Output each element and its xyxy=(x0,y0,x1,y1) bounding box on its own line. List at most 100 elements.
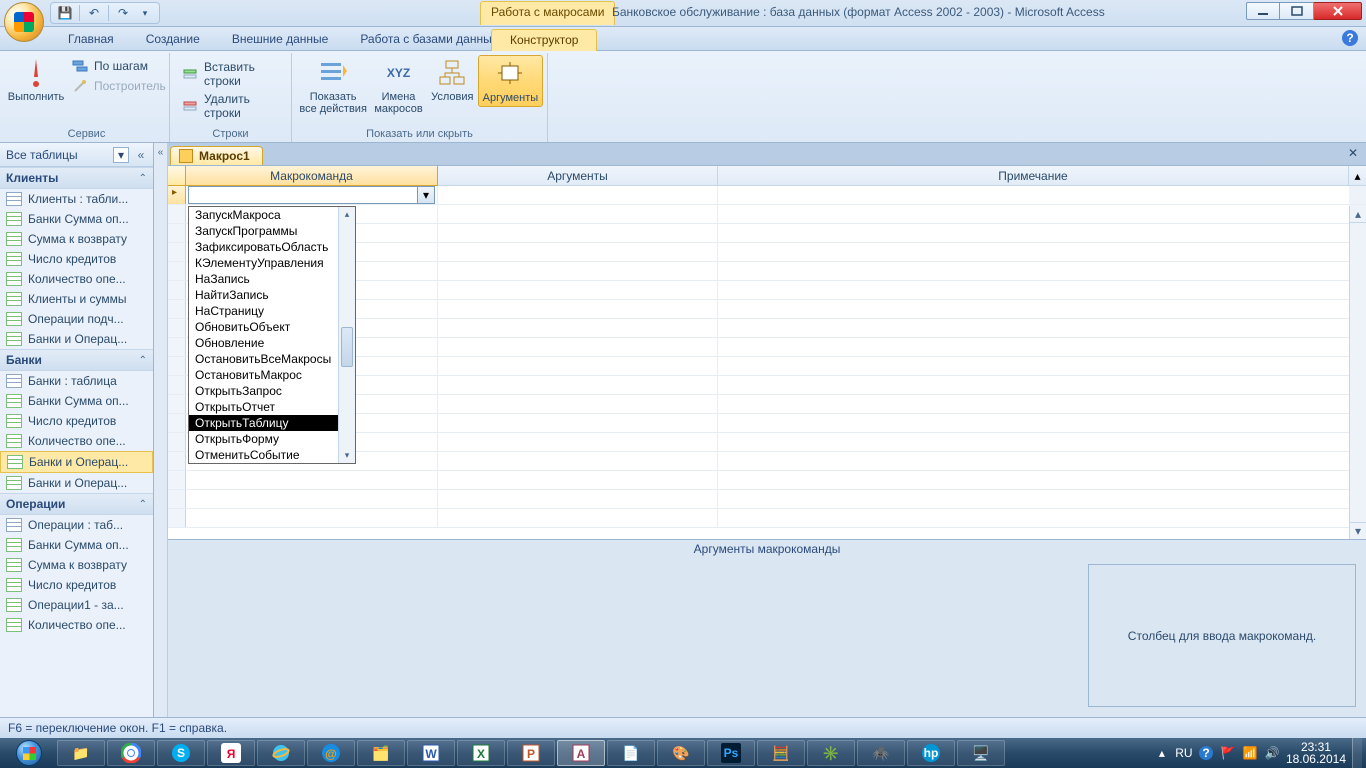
table-row[interactable] xyxy=(168,509,1366,528)
cell-arguments[interactable] xyxy=(438,471,718,489)
scroll-down-icon[interactable]: ▾ xyxy=(1350,522,1366,539)
nav-item[interactable]: Клиенты : табли... xyxy=(0,189,153,209)
table-row[interactable]: ▾ xyxy=(168,186,1366,205)
cell-note[interactable] xyxy=(718,300,1349,318)
taskbar-photoshop[interactable]: Ps xyxy=(707,740,755,766)
column-header-command[interactable]: Макрокоманда xyxy=(186,166,438,186)
cell-arguments[interactable] xyxy=(438,281,718,299)
scroll-up-icon[interactable]: ▴ xyxy=(1349,166,1366,186)
cell-arguments[interactable] xyxy=(438,186,718,204)
dropdown-option[interactable]: ОбновитьОбъект xyxy=(189,319,355,335)
cell-arguments[interactable] xyxy=(438,414,718,432)
dropdown-option[interactable]: ОткрытьФорму xyxy=(189,431,355,447)
tray-network-icon[interactable]: 📶 xyxy=(1242,745,1258,761)
macro-names-button[interactable]: XYZ Имена макросов xyxy=(370,55,427,117)
dropdown-option[interactable]: ЗафиксироватьОбласть xyxy=(189,239,355,255)
cell-note[interactable] xyxy=(718,509,1349,527)
tab-designer[interactable]: Конструктор xyxy=(491,29,597,51)
cell-note[interactable] xyxy=(718,490,1349,508)
table-row[interactable] xyxy=(168,490,1366,509)
cell-arguments[interactable] xyxy=(438,243,718,261)
taskbar-app2[interactable]: 🕷️ xyxy=(857,740,905,766)
nav-item[interactable]: Сумма к возврату xyxy=(0,229,153,249)
taskbar-yandex[interactable]: Я xyxy=(207,740,255,766)
cell-command[interactable]: ▾ xyxy=(186,186,438,204)
nav-item[interactable]: Число кредитов xyxy=(0,411,153,431)
cell-note[interactable] xyxy=(718,433,1349,451)
row-selector[interactable] xyxy=(168,452,186,470)
nav-item[interactable]: Количество опе... xyxy=(0,431,153,451)
nav-item[interactable]: Операции : таб... xyxy=(0,515,153,535)
tray-help-icon[interactable]: ? xyxy=(1198,745,1214,761)
nav-item[interactable]: Банки Сумма оп... xyxy=(0,209,153,229)
nav-group-header[interactable]: Операции⌃ xyxy=(0,493,153,515)
dropdown-option[interactable]: НаСтраницу xyxy=(189,303,355,319)
row-selector[interactable] xyxy=(168,205,186,223)
tray-language[interactable]: RU xyxy=(1176,745,1192,761)
nav-filter-dropdown[interactable]: ▾ xyxy=(113,147,129,163)
nav-item[interactable]: Банки Сумма оп... xyxy=(0,535,153,555)
cell-arguments[interactable] xyxy=(438,395,718,413)
cell-arguments[interactable] xyxy=(438,300,718,318)
cell-arguments[interactable] xyxy=(438,490,718,508)
dropdown-scrollbar[interactable]: ▴ ▾ xyxy=(338,207,355,463)
vertical-scrollbar[interactable]: ▴ ▾ xyxy=(1349,206,1366,539)
taskbar-explorer[interactable]: 📁 xyxy=(57,740,105,766)
command-combobox[interactable]: ▾ xyxy=(188,186,435,204)
start-button[interactable] xyxy=(2,738,56,768)
row-selector[interactable] xyxy=(168,281,186,299)
cell-note[interactable] xyxy=(718,471,1349,489)
row-selector[interactable] xyxy=(168,319,186,337)
dropdown-option[interactable]: Обновление xyxy=(189,335,355,351)
arguments-button[interactable]: Аргументы xyxy=(478,55,543,107)
row-selector[interactable] xyxy=(168,262,186,280)
nav-item[interactable]: Банки и Операц... xyxy=(0,329,153,349)
nav-group-header[interactable]: Банки⌃ xyxy=(0,349,153,371)
command-dropdown-list[interactable]: ЗапускМакросаЗапускПрограммыЗафиксироват… xyxy=(188,206,356,464)
cell-note[interactable] xyxy=(718,262,1349,280)
redo-icon[interactable]: ↷ xyxy=(115,5,131,21)
select-all-cell[interactable] xyxy=(168,166,186,186)
dropdown-option[interactable]: ЗапускМакроса xyxy=(189,207,355,223)
dropdown-option[interactable]: НайтиЗапись xyxy=(189,287,355,303)
taskbar-access[interactable]: A xyxy=(557,740,605,766)
row-selector[interactable] xyxy=(168,414,186,432)
taskbar-ie[interactable] xyxy=(257,740,305,766)
nav-item[interactable]: Банки : таблица xyxy=(0,371,153,391)
nav-item[interactable]: Количество опе... xyxy=(0,615,153,635)
cell-command[interactable] xyxy=(186,509,438,527)
cell-arguments[interactable] xyxy=(438,319,718,337)
nav-item[interactable]: Количество опе... xyxy=(0,269,153,289)
cell-note[interactable] xyxy=(718,414,1349,432)
dropdown-option[interactable]: ОткрытьТаблицу xyxy=(189,415,355,431)
nav-item[interactable]: Число кредитов xyxy=(0,575,153,595)
dropdown-option[interactable]: ОстановитьВсеМакросы xyxy=(189,351,355,367)
help-icon[interactable]: ? xyxy=(1342,30,1358,46)
nav-item[interactable]: Банки Сумма оп... xyxy=(0,391,153,411)
cell-note[interactable] xyxy=(718,243,1349,261)
builder-button[interactable]: Построитель xyxy=(70,77,168,95)
shutter-bar[interactable]: « xyxy=(154,143,168,717)
cell-arguments[interactable] xyxy=(438,376,718,394)
dropdown-option[interactable]: ОткрытьЗапрос xyxy=(189,383,355,399)
scroll-up-icon[interactable]: ▴ xyxy=(1350,206,1366,223)
run-button[interactable]: Выполнить xyxy=(8,55,64,105)
cell-note[interactable] xyxy=(718,338,1349,356)
taskbar-mailru[interactable]: @ xyxy=(307,740,355,766)
row-selector[interactable] xyxy=(168,300,186,318)
nav-group-header[interactable]: Клиенты⌃ xyxy=(0,167,153,189)
dropdown-option[interactable]: НаЗапись xyxy=(189,271,355,287)
cell-arguments[interactable] xyxy=(438,338,718,356)
document-tab[interactable]: Макрос1 xyxy=(170,146,263,165)
tray-clock[interactable]: 23:31 18.06.2014 xyxy=(1286,741,1346,765)
tab-create[interactable]: Создание xyxy=(130,28,216,50)
cell-arguments[interactable] xyxy=(438,205,718,223)
dropdown-option[interactable]: ЗапускПрограммы xyxy=(189,223,355,239)
dropdown-option[interactable]: ОткрытьОтчет xyxy=(189,399,355,415)
cell-note[interactable] xyxy=(718,319,1349,337)
taskbar-excel[interactable]: X xyxy=(457,740,505,766)
table-row[interactable] xyxy=(168,471,1366,490)
row-selector[interactable] xyxy=(168,471,186,489)
taskbar-skype[interactable]: S xyxy=(157,740,205,766)
dropdown-option[interactable]: ОстановитьМакрос xyxy=(189,367,355,383)
